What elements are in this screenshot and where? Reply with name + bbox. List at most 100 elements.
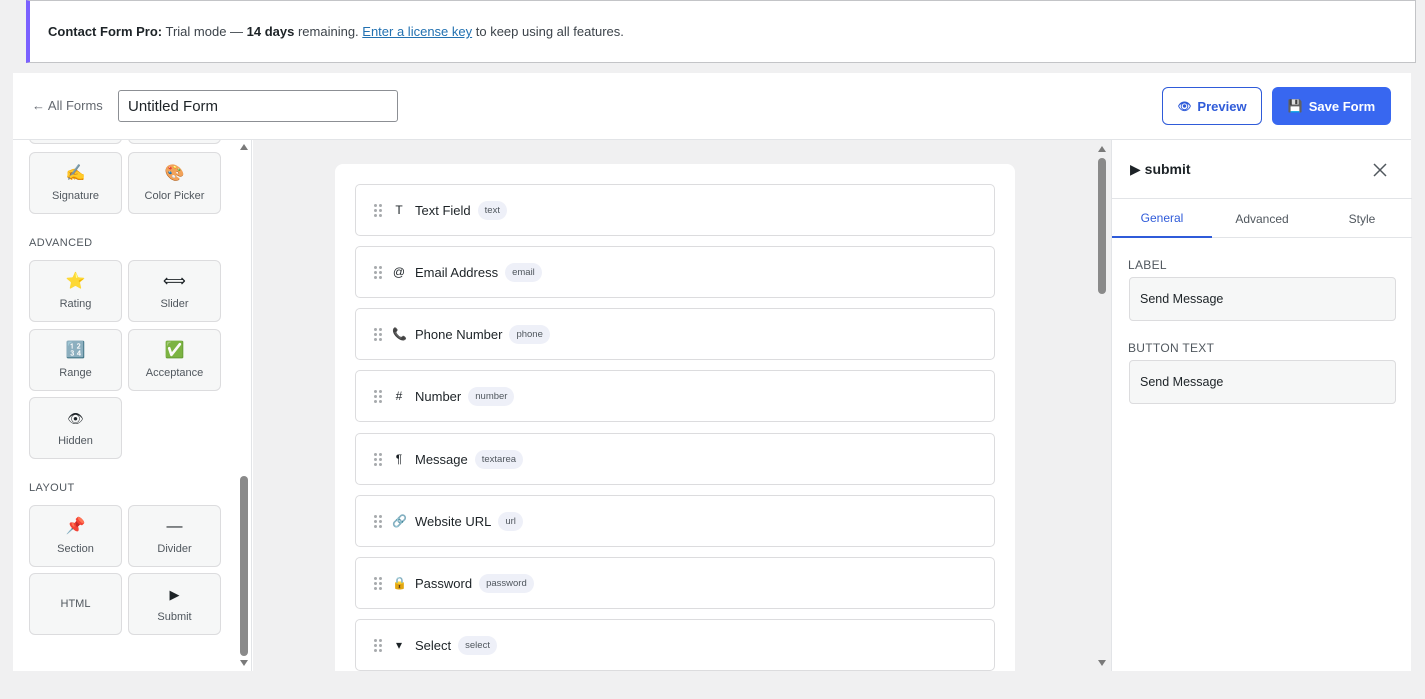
field-settings-panel: ▶ submit General Advanced Style LABEL BU… [1111,140,1412,671]
field-label: Message [415,451,468,467]
field-type-badge: phone [509,324,550,344]
form-preview-card: T Text Field text @ Email Address email … [335,164,1015,671]
group-title-advanced: ADVANCED [29,237,93,249]
tab-style[interactable]: Style [1312,199,1412,238]
tile-label: Rating [59,298,92,310]
tab-advanced[interactable]: Advanced [1212,199,1312,238]
tile-label: Range [59,367,92,379]
palette-tile-cropped[interactable] [128,140,221,144]
tab-general[interactable]: General [1112,199,1212,238]
palette-tile-slider[interactable]: ⟺ Slider [128,260,221,322]
check-box-icon: ✅ [164,342,185,359]
field-row-url[interactable]: 🔗 Website URL url [355,495,995,547]
form-canvas: T Text Field text @ Email Address email … [253,140,1111,671]
field-row-select[interactable]: ▾ Select select [355,619,995,671]
signature-icon: ✍️ [65,165,86,182]
drag-handle-icon[interactable] [374,639,382,652]
button-text-input[interactable] [1129,360,1396,404]
label-field-title: LABEL [1128,258,1167,272]
form-title-input[interactable] [118,90,398,122]
save-label: Save Form [1308,98,1376,114]
settings-tabs: General Advanced Style [1112,199,1412,238]
field-type-badge: textarea [474,449,524,469]
close-icon[interactable] [1372,162,1388,178]
floppy-disk-icon: 💾 [1287,99,1303,113]
palette-tile-rating[interactable]: ⭐ Rating [29,260,122,322]
field-label: Phone Number [415,326,503,342]
scrollbar-thumb[interactable] [1098,158,1106,294]
numbers-icon: 🔢 [65,342,86,359]
field-type-badge: text [477,200,507,220]
palette-tile-signature[interactable]: ✍️ Signature [29,152,122,214]
notice-text-2: remaining. [294,24,363,39]
drag-handle-icon[interactable] [374,515,382,528]
tile-label: HTML [60,598,91,610]
palette-tile-cropped[interactable] [29,140,122,144]
drag-handle-icon[interactable] [374,390,382,403]
palette-tile-section[interactable]: 📌 Section [29,505,122,567]
palette-scrollbar[interactable] [237,140,251,671]
horizontal-line-icon: — [166,518,183,535]
palette-tile-acceptance[interactable]: ✅ Acceptance [128,329,221,391]
pushpin-icon: 📌 [65,518,86,535]
at-sign-icon: @ [392,265,406,279]
field-label: Email Address [415,264,499,280]
tile-label: Submit [157,611,192,623]
phone-icon: 📞 [392,327,407,341]
scroll-up-arrow-icon[interactable] [240,144,248,150]
field-type-badge: number [468,386,515,406]
tile-label: Color Picker [144,190,205,202]
field-label: Website URL [415,513,492,529]
all-forms-link[interactable]: ← All Forms [32,98,103,113]
notice-text-3: to keep using all features. [472,24,624,39]
save-form-button[interactable]: 💾 Save Form [1272,87,1391,125]
field-type-badge: email [505,262,542,282]
field-type-badge: password [479,573,534,593]
preview-button[interactable]: 👁 Preview [1162,87,1262,125]
drag-handle-icon[interactable] [374,204,382,217]
palette-tile-range[interactable]: 🔢 Range [29,329,122,391]
panel-header: ▶ submit [1112,140,1412,199]
tile-label: Signature [51,190,100,202]
field-row-password[interactable]: 🔒 Password password [355,557,995,609]
link-icon: 🔗 [392,514,407,528]
drag-handle-icon[interactable] [374,328,382,341]
field-palette: ✍️ Signature 🎨 Color Picker ADVANCED ⭐ R… [13,140,252,671]
hash-icon: # [395,389,403,403]
preview-label: Preview [1197,98,1247,114]
palette-tile-hidden[interactable]: 👁 Hidden [29,397,122,459]
scroll-down-arrow-icon[interactable] [240,660,248,666]
panel-title: ▶ submit [1130,161,1191,177]
field-label: Password [415,575,473,591]
field-row-message[interactable]: ¶ Message textarea [355,433,995,485]
palette-tile-divider[interactable]: — Divider [128,505,221,567]
field-row-email[interactable]: @ Email Address email [355,246,995,298]
palette-tile-html[interactable]: HTML [29,573,122,635]
field-row-phone[interactable]: 📞 Phone Number phone [355,308,995,360]
play-icon: ▶ [169,587,180,602]
field-label: Text Field [415,202,471,218]
lock-icon: 🔒 [392,576,407,590]
license-key-link[interactable]: Enter a license key [362,24,472,39]
form-builder: ← All Forms 👁 Preview 💾 Save Form ✍️ Sig… [13,73,1412,671]
scrollbar-thumb[interactable] [240,476,248,656]
notice-text-1: Trial mode — [162,24,247,39]
canvas-scrollbar[interactable] [1095,140,1109,671]
scroll-down-arrow-icon[interactable] [1098,660,1106,666]
drag-handle-icon[interactable] [374,577,382,590]
drag-handle-icon[interactable] [374,266,382,279]
text-icon: T [395,203,403,217]
scroll-up-arrow-icon[interactable] [1098,146,1106,152]
tile-label: Slider [160,298,189,310]
label-input[interactable] [1129,277,1396,321]
drag-handle-icon[interactable] [374,453,382,466]
button-text-field-title: BUTTON TEXT [1128,341,1215,355]
field-row-number[interactable]: # Number number [355,370,995,422]
palette-tile-color-picker[interactable]: 🎨 Color Picker [128,152,221,214]
eye-icon: 👁 [67,411,84,426]
tile-label: Hidden [58,435,93,447]
trial-notice: Contact Form Pro: Trial mode — 14 days r… [26,0,1416,63]
palette-tile-submit[interactable]: ▶ Submit [128,573,221,635]
field-row-text[interactable]: T Text Field text [355,184,995,236]
field-label: Number [415,388,462,404]
